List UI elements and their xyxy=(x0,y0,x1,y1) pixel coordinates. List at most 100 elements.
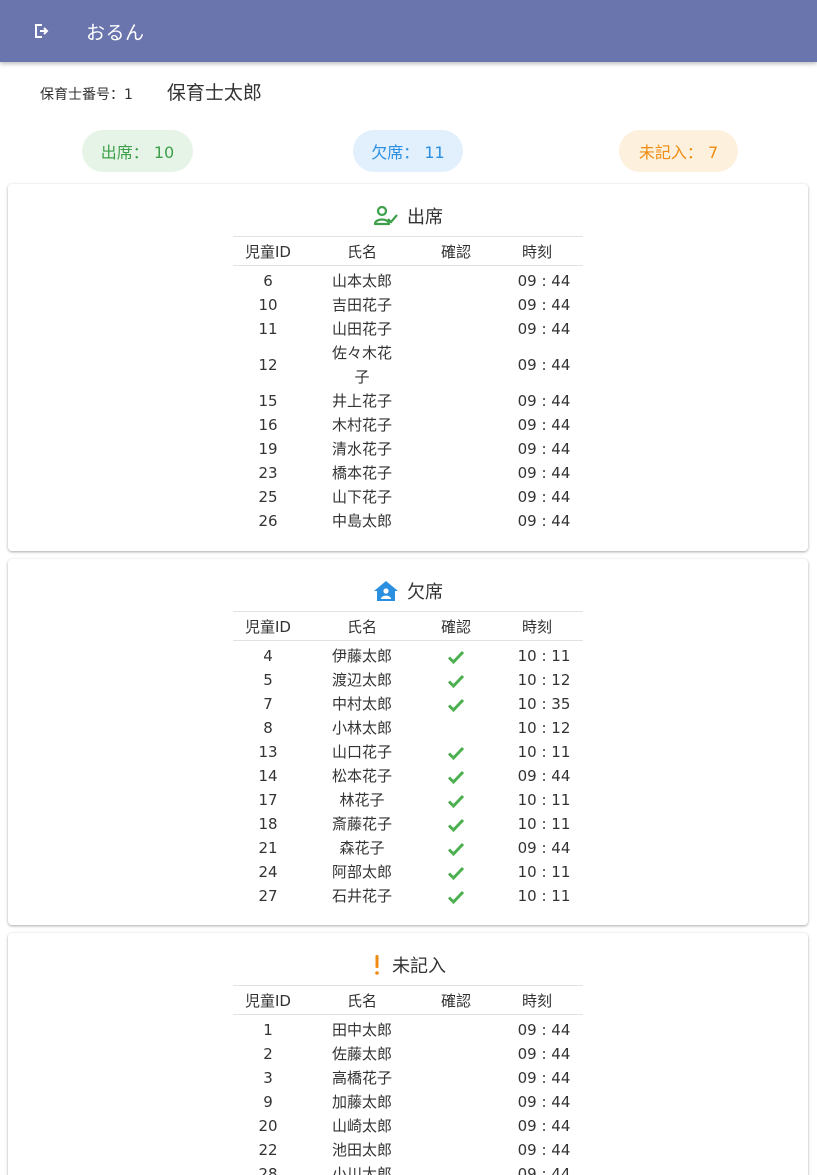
time: 09 : 44 xyxy=(517,1165,571,1175)
table-row[interactable]: 25 山下花子 09 : 44 xyxy=(233,485,583,509)
table-row[interactable]: 21 森花子 09 : 44 xyxy=(233,836,583,860)
absent-card-title: 欠席 xyxy=(407,582,443,603)
child-name: 山田花子 xyxy=(331,320,392,338)
absent-card-header: 欠席 xyxy=(8,576,808,606)
unrecorded-count-chip[interactable]: 未記入： 7 xyxy=(619,130,738,172)
check-icon xyxy=(447,818,465,832)
time: 10 : 12 xyxy=(517,671,571,689)
table-row[interactable]: 26 中島太郎 09 : 44 xyxy=(233,509,583,533)
child-name: 林花子 xyxy=(339,791,385,809)
table-row[interactable]: 10 吉田花子 09 : 44 xyxy=(233,293,583,317)
child-id: 13 xyxy=(258,743,278,761)
col-header-name: 氏名 xyxy=(303,985,421,1015)
confirm-cell xyxy=(421,716,491,740)
confirm-cell xyxy=(421,461,491,485)
absent-table: 児童ID 氏名 確認 時刻 4 伊藤太郎 10 : 11 5 渡辺太郎 10 : 12 7 中… xyxy=(233,611,583,908)
check-icon xyxy=(447,890,465,904)
table-row[interactable]: 14 松本花子 09 : 44 xyxy=(233,764,583,788)
staff-number: 保育士番号：1 xyxy=(40,87,133,103)
time: 10 : 11 xyxy=(517,887,571,905)
child-id: 14 xyxy=(258,767,278,785)
confirm-cell xyxy=(421,641,491,669)
child-id: 6 xyxy=(263,272,273,290)
table-row[interactable]: 22 池田太郎 09 : 44 xyxy=(233,1138,583,1162)
absent-count-chip[interactable]: 欠席： 11 xyxy=(353,130,463,172)
time: 09 : 44 xyxy=(517,392,571,410)
table-row[interactable]: 2 佐藤太郎 09 : 44 xyxy=(233,1042,583,1066)
child-name: 小林太郎 xyxy=(331,719,392,737)
table-row[interactable]: 9 加藤太郎 09 : 44 xyxy=(233,1090,583,1114)
table-row[interactable]: 11 山田花子 09 : 44 xyxy=(233,317,583,341)
child-id: 24 xyxy=(258,863,278,881)
child-name: 阿部太郎 xyxy=(331,863,392,881)
staff-name: 保育士太郎 xyxy=(166,82,262,104)
table-row[interactable]: 6 山本太郎 09 : 44 xyxy=(233,266,583,294)
table-row[interactable]: 4 伊藤太郎 10 : 11 xyxy=(233,641,583,669)
present-count-chip[interactable]: 出席： 10 xyxy=(82,130,193,172)
table-row[interactable]: 27 石井花子 10 : 11 xyxy=(233,884,583,908)
table-row[interactable]: 1 田中太郎 09 : 44 xyxy=(233,1015,583,1043)
table-row[interactable]: 28 小川太郎 09 : 44 xyxy=(233,1162,583,1175)
child-id: 28 xyxy=(258,1165,278,1175)
child-id: 26 xyxy=(258,512,278,530)
child-name: 佐藤太郎 xyxy=(331,1045,392,1063)
check-icon xyxy=(447,770,465,784)
confirm-cell xyxy=(421,389,491,413)
check-icon xyxy=(447,866,465,880)
child-name: 山崎太郎 xyxy=(331,1117,392,1135)
col-header-id: 児童ID xyxy=(233,985,303,1015)
time: 09 : 44 xyxy=(517,1117,571,1135)
check-icon xyxy=(447,674,465,688)
table-header-row: 児童ID 氏名 確認 時刻 xyxy=(233,611,583,641)
child-id: 11 xyxy=(258,320,278,338)
time: 09 : 44 xyxy=(517,1021,571,1039)
confirm-cell xyxy=(421,1066,491,1090)
confirm-cell xyxy=(421,341,491,389)
col-header-name: 氏名 xyxy=(303,611,421,641)
child-name: 木村花子 xyxy=(331,416,392,434)
check-icon xyxy=(447,650,465,664)
table-row[interactable]: 20 山崎太郎 09 : 44 xyxy=(233,1114,583,1138)
table-header-row: 児童ID 氏名 確認 時刻 xyxy=(233,236,583,266)
present-card-header: 出席 xyxy=(8,201,808,231)
time: 10 : 11 xyxy=(517,647,571,665)
child-id: 3 xyxy=(263,1069,273,1087)
table-row[interactable]: 17 林花子 10 : 11 xyxy=(233,788,583,812)
table-row[interactable]: 5 渡辺太郎 10 : 12 xyxy=(233,668,583,692)
time: 09 : 44 xyxy=(517,296,571,314)
table-row[interactable]: 7 中村太郎 10 : 35 xyxy=(233,692,583,716)
col-header-confirm: 確認 xyxy=(421,236,491,266)
table-row[interactable]: 18 斎藤花子 10 : 11 xyxy=(233,812,583,836)
col-header-name: 氏名 xyxy=(303,236,421,266)
table-row[interactable]: 12 佐々木花子 09 : 44 xyxy=(233,341,583,389)
col-header-time: 時刻 xyxy=(491,611,583,641)
child-name: 山下花子 xyxy=(331,488,392,506)
table-row[interactable]: 13 山口花子 10 : 11 xyxy=(233,740,583,764)
logout-icon[interactable] xyxy=(30,20,52,42)
time: 10 : 11 xyxy=(517,815,571,833)
col-header-confirm: 確認 xyxy=(421,611,491,641)
table-row[interactable]: 19 清水花子 09 : 44 xyxy=(233,437,583,461)
child-name: 森花子 xyxy=(339,839,385,857)
child-id: 18 xyxy=(258,815,278,833)
home-person-icon xyxy=(373,580,399,602)
confirm-cell xyxy=(421,812,491,836)
child-name: 佐々木花子 xyxy=(331,344,392,386)
child-id: 12 xyxy=(258,356,278,374)
absent-card: 欠席 児童ID 氏名 確認 時刻 4 伊藤太郎 10 : 11 5 渡辺太郎 10 : 1… xyxy=(8,559,808,925)
col-header-confirm: 確認 xyxy=(421,985,491,1015)
time: 09 : 44 xyxy=(517,1045,571,1063)
col-header-time: 時刻 xyxy=(491,236,583,266)
confirm-cell xyxy=(421,1138,491,1162)
col-header-time: 時刻 xyxy=(491,985,583,1015)
table-row[interactable]: 8 小林太郎 10 : 12 xyxy=(233,716,583,740)
table-row[interactable]: 23 橋本花子 09 : 44 xyxy=(233,461,583,485)
confirm-cell xyxy=(421,509,491,533)
table-row[interactable]: 24 阿部太郎 10 : 11 xyxy=(233,860,583,884)
table-row[interactable]: 15 井上花子 09 : 44 xyxy=(233,389,583,413)
table-row[interactable]: 16 木村花子 09 : 44 xyxy=(233,413,583,437)
table-row[interactable]: 3 高橋花子 09 : 44 xyxy=(233,1066,583,1090)
child-id: 19 xyxy=(258,440,278,458)
child-name: 小川太郎 xyxy=(331,1165,392,1175)
present-table: 児童ID 氏名 確認 時刻 6 山本太郎 09 : 44 10 吉田花子 09 : 44 1… xyxy=(233,236,583,533)
